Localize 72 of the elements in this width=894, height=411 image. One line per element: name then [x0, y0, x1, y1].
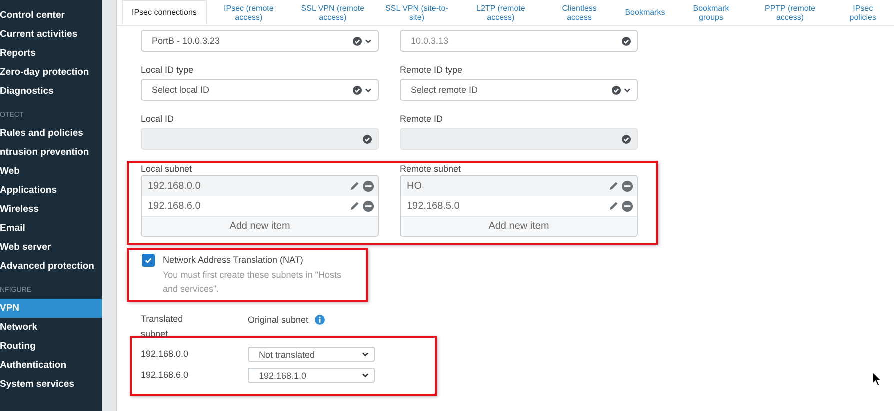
column-header: Original subnet	[248, 314, 309, 324]
checkmark-icon	[144, 256, 153, 265]
chevron-down-icon	[362, 373, 369, 378]
subnet-address: 192.168.6.0	[141, 369, 190, 382]
tab[interactable]: Clientless access	[542, 0, 616, 25]
check-circle-icon	[622, 134, 631, 144]
select-field[interactable]: Select remote ID	[400, 79, 638, 101]
subnet-entry: 192.168.6.0	[148, 200, 201, 212]
field-label: Remote subnet	[400, 163, 462, 175]
select-field[interactable]: 192.168.1.0	[248, 368, 375, 383]
subnet-address: 192.168.0.0	[141, 348, 190, 361]
input-field[interactable]	[400, 128, 638, 150]
subnet-entry: HO	[407, 180, 422, 192]
chevron-down-icon	[365, 88, 372, 92]
select-field[interactable]: Not translated	[248, 347, 375, 362]
tab[interactable]: IPsec connections	[122, 0, 207, 25]
checkbox-label: Network Address Translation (NAT)	[163, 254, 304, 267]
sidebar-item[interactable]: ntrusion prevention	[0, 143, 102, 162]
check-circle-icon	[363, 134, 372, 144]
input-field[interactable]	[141, 128, 379, 150]
field-label: Local ID	[141, 113, 176, 126]
select-field[interactable]: Select local ID	[141, 79, 379, 101]
sidebar-item[interactable]: Control center	[0, 6, 102, 25]
chevron-down-icon	[365, 38, 372, 44]
add-item-button[interactable]: Add new item	[401, 216, 637, 236]
chevron-down-icon	[362, 352, 369, 357]
sidebar-item[interactable]: Rules and policies	[0, 124, 102, 143]
tab[interactable]: SSL VPN (remote access)	[290, 0, 375, 25]
info-icon[interactable]	[314, 314, 325, 324]
tab[interactable]: IPsec (remote access)	[206, 0, 291, 25]
sidebar-item[interactable]: Wireless	[0, 200, 102, 219]
sidebar-item[interactable]: System services	[0, 375, 102, 394]
check-circle-icon	[353, 36, 362, 46]
input-field[interactable]: 10.0.3.13	[400, 30, 638, 52]
sidebar-item[interactable]: Applications	[0, 181, 102, 200]
sidebar-item[interactable]: Advanced protection	[0, 257, 102, 276]
sidebar-item[interactable]: Diagnostics	[0, 82, 102, 101]
sidebar-item[interactable]: Zero-day protection	[0, 63, 102, 82]
sidebar-item[interactable]: Web server	[0, 238, 102, 257]
sidebar-item[interactable]: Email	[0, 219, 102, 238]
sidebar-item[interactable]: Current activities	[0, 25, 102, 44]
field-label: Remote ID type	[400, 64, 464, 77]
tab[interactable]: Bookmark groups	[674, 0, 748, 25]
field-label: Remote ID	[400, 113, 444, 126]
checkbox[interactable]	[142, 254, 155, 267]
remove-icon[interactable]	[363, 180, 374, 192]
remove-icon[interactable]	[363, 200, 374, 212]
mouse-cursor-icon	[872, 371, 883, 388]
check-circle-icon	[612, 86, 621, 94]
hint-text: You must first create these subnets in "Hosts and services".	[163, 269, 342, 296]
field-label: Local subnet	[141, 163, 194, 175]
remove-icon[interactable]	[622, 180, 633, 192]
tab[interactable]: PPTP (remote access)	[748, 0, 832, 25]
sidebar-item[interactable]: Routing	[0, 337, 102, 356]
add-item-button[interactable]: Add new item	[142, 216, 378, 236]
sidebar-item[interactable]: VPN	[0, 299, 102, 318]
check-circle-icon	[622, 36, 631, 46]
sidebar-item[interactable]: Reports	[0, 44, 102, 63]
chevron-down-icon	[624, 88, 631, 92]
sidebar-item[interactable]: Network	[0, 318, 102, 337]
field-label: Local ID type	[141, 64, 195, 77]
sidebar-item[interactable]: Authentication	[0, 356, 102, 375]
tab[interactable]: L2TP (remote access)	[458, 0, 543, 25]
select-field[interactable]: PortB - 10.0.3.23	[141, 30, 379, 52]
subnet-entry: 192.168.0.0	[148, 180, 201, 192]
sidebar-item[interactable]: Web	[0, 162, 102, 181]
remove-icon[interactable]	[622, 200, 633, 212]
tab[interactable]: IPsec policies	[832, 0, 894, 25]
check-circle-icon	[353, 86, 362, 94]
tab[interactable]: Bookmarks	[616, 0, 674, 25]
subnet-entry: 192.168.5.0	[407, 200, 460, 212]
tab[interactable]: SSL VPN (site-to-site)	[374, 0, 459, 25]
